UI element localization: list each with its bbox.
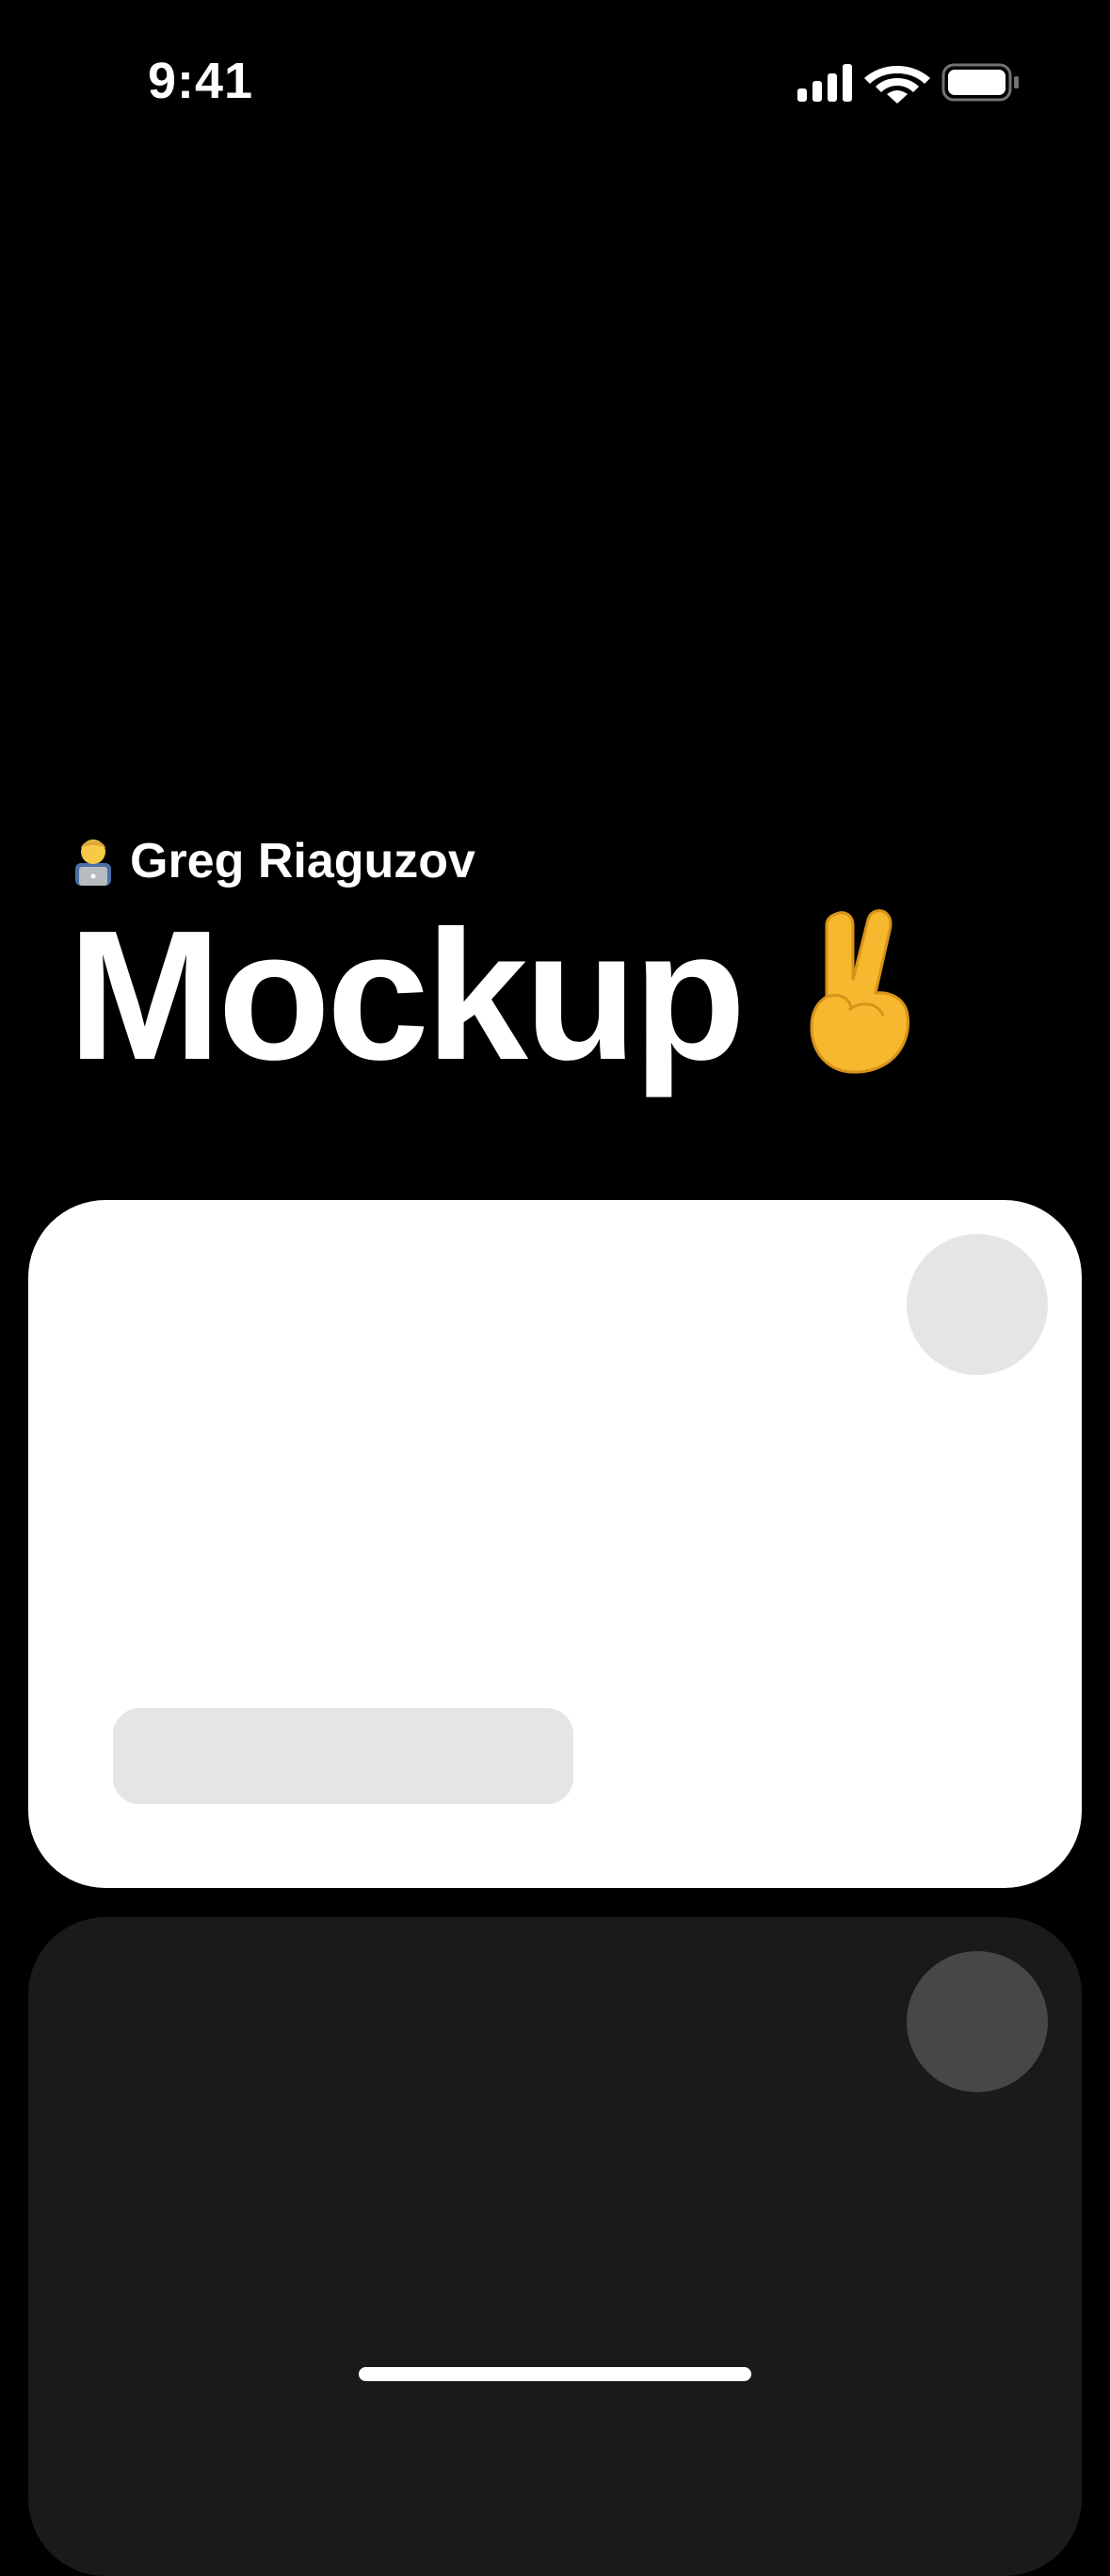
technologist-emoji-icon [72,835,115,888]
author-byline: Greg Riaguzov [72,828,475,894]
status-icons [796,62,1022,104]
avatar-placeholder [907,1951,1048,2092]
content-card-dark[interactable] [28,1917,1082,2576]
battery-icon [941,63,1019,102]
status-bar: 9:41 [0,0,1110,165]
home-indicator[interactable] [359,2367,751,2381]
page-title: Mockup [68,892,932,1099]
page-title-text: Mockup [68,892,746,1098]
text-placeholder [113,1708,573,1804]
content-card-light[interactable] [28,1200,1082,1888]
author-name: Greg Riaguzov [130,834,475,888]
avatar-placeholder [907,1234,1048,1375]
cellular-signal-icon [797,64,852,102]
wifi-icon [864,66,930,104]
victory-hand-emoji-icon [791,906,932,1076]
status-time: 9:41 [148,53,254,109]
